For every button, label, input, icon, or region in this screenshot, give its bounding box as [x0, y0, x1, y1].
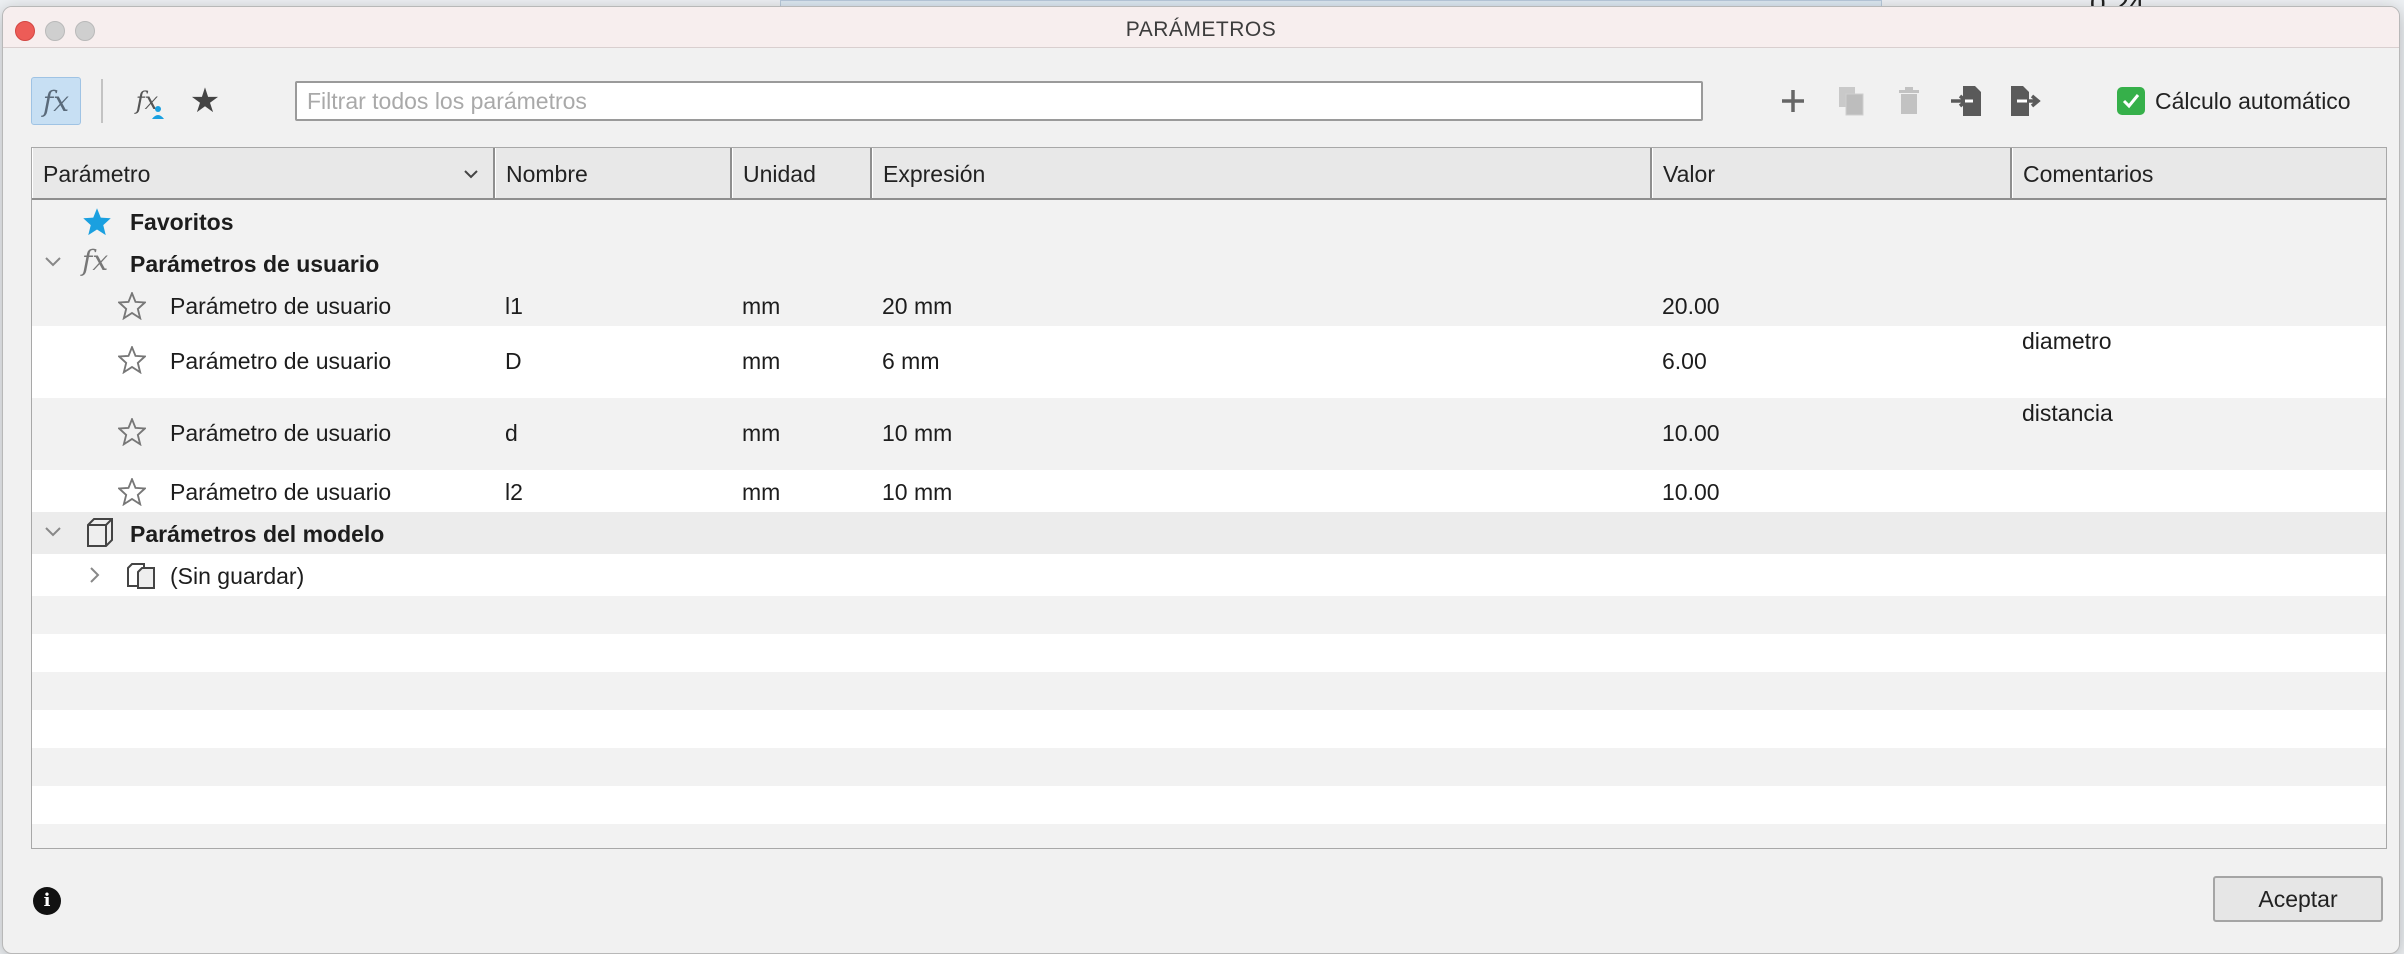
cell-expression[interactable]: 10 mm [882, 420, 952, 447]
cell-value: 10.00 [1662, 479, 1720, 505]
fx-icon: fx [82, 244, 109, 277]
cell-expression[interactable]: 20 mm [882, 293, 952, 320]
empty-row [32, 634, 2386, 672]
group-label: Parámetros de usuario [130, 251, 380, 277]
cell-value: 6.00 [1662, 348, 1707, 374]
star-icon[interactable]: ★ [183, 79, 227, 123]
table-row[interactable]: Parámetro de usuario d mm 10 mm 10.00 di… [32, 398, 2386, 470]
cell-comment[interactable]: distancia [2022, 400, 2113, 427]
chevron-down-icon[interactable] [44, 525, 62, 539]
plus-icon[interactable] [1773, 81, 1813, 121]
title-bar: PARÁMETROS [3, 7, 2399, 48]
auto-calc-label: Cálculo automático [2155, 87, 2351, 114]
cell-comment[interactable]: diametro [2022, 328, 2111, 355]
cube-icon [87, 518, 113, 547]
group-row-model-params[interactable]: Parámetros del modelo [32, 512, 2386, 554]
cell-parameter: Parámetro de usuario [170, 479, 392, 505]
cell-parameter: Parámetro de usuario [170, 348, 392, 374]
cell-name[interactable]: l1 [505, 293, 523, 320]
info-icon[interactable]: i [33, 887, 61, 915]
component-label: (Sin guardar) [170, 563, 305, 589]
group-row-favorites[interactable]: Favoritos [32, 200, 2386, 242]
group-row-unsaved[interactable]: (Sin guardar) [32, 554, 2386, 596]
fx-user-icon[interactable]: fx [125, 79, 169, 123]
trash-icon[interactable] [1889, 81, 1929, 121]
fx-icon[interactable]: fx [31, 77, 81, 125]
table-row[interactable]: Parámetro de usuario l2 mm 10 mm 10.00 [32, 470, 2386, 512]
column-header-valor[interactable]: Valor [1652, 148, 2012, 198]
star-outline-icon[interactable] [118, 418, 146, 446]
cell-unit[interactable]: mm [742, 348, 780, 375]
parameters-table: Parámetro Nombre Unidad Expresión Valor … [31, 147, 2387, 849]
group-label: Favoritos [130, 209, 234, 235]
group-row-user-params[interactable]: fx Parámetros de usuario [32, 242, 2386, 284]
table-row[interactable]: Parámetro de usuario l1 mm 20 mm 20.00 [32, 284, 2386, 326]
star-outline-icon[interactable] [118, 292, 146, 320]
empty-row [32, 596, 2386, 634]
group-label: Parámetros del modelo [130, 521, 385, 547]
table-header: Parámetro Nombre Unidad Expresión Valor … [32, 148, 2386, 200]
star-filled-icon [83, 208, 111, 236]
cell-expression[interactable]: 10 mm [882, 479, 952, 506]
parameters-dialog: PARÁMETROS fx fx ★ Cálculo automático Pa… [2, 6, 2400, 954]
component-icon [127, 563, 155, 589]
star-outline-icon[interactable] [118, 478, 146, 506]
cell-unit[interactable]: mm [742, 479, 780, 506]
column-header-comentarios[interactable]: Comentarios [2012, 148, 2386, 198]
cell-name[interactable]: l2 [505, 479, 523, 506]
export-icon[interactable] [2003, 81, 2043, 121]
cell-parameter: Parámetro de usuario [170, 293, 392, 319]
cell-expression[interactable]: 6 mm [882, 348, 940, 375]
cell-name[interactable]: D [505, 348, 522, 375]
column-header-nombre[interactable]: Nombre [495, 148, 732, 198]
auto-calc-toggle[interactable]: Cálculo automático [2117, 87, 2351, 115]
cell-value: 10.00 [1662, 420, 1720, 446]
chevron-down-icon[interactable] [463, 168, 479, 180]
column-header-parametro[interactable]: Parámetro [32, 148, 495, 198]
table-row[interactable]: Parámetro de usuario D mm 6 mm 6.00 diam… [32, 326, 2386, 398]
cell-value: 20.00 [1662, 293, 1720, 319]
toolbar: fx fx ★ Cálculo automático [3, 47, 2399, 147]
accept-button[interactable]: Aceptar [2213, 876, 2383, 922]
chevron-down-icon[interactable] [44, 255, 62, 269]
star-outline-icon[interactable] [118, 346, 146, 374]
toolbar-separator [101, 79, 103, 123]
window-title: PARÁMETROS [1125, 18, 1277, 41]
chevron-right-icon[interactable] [88, 566, 102, 584]
empty-row [32, 786, 2386, 824]
empty-row [32, 710, 2386, 748]
column-header-unidad[interactable]: Unidad [732, 148, 872, 198]
checkbox-checked-icon[interactable] [2117, 87, 2145, 115]
empty-row [32, 748, 2386, 786]
cell-parameter: Parámetro de usuario [170, 420, 392, 446]
copy-icon[interactable] [1831, 81, 1871, 121]
column-header-expresion[interactable]: Expresión [872, 148, 1652, 198]
import-icon[interactable] [1947, 81, 1987, 121]
empty-row [32, 672, 2386, 710]
empty-row [32, 824, 2386, 848]
column-header-label: Parámetro [43, 161, 151, 187]
cell-unit[interactable]: mm [742, 293, 780, 320]
cell-name[interactable]: d [505, 420, 518, 447]
search-input[interactable] [295, 81, 1703, 121]
cell-unit[interactable]: mm [742, 420, 780, 447]
